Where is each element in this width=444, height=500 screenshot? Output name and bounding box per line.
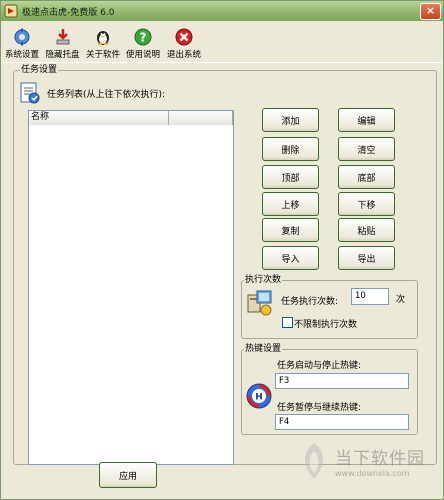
move-down-button[interactable]: 下移 [338, 192, 395, 216]
column-header-extra[interactable] [169, 111, 233, 125]
move-up-button[interactable]: 上移 [262, 192, 319, 216]
watermark-logo-icon [304, 443, 324, 479]
add-button[interactable]: 添加 [262, 108, 319, 132]
exec-count-input[interactable]: 10 [351, 288, 389, 305]
exit-icon [175, 28, 193, 46]
watermark-url: www.downxia.com [335, 469, 410, 478]
import-button[interactable]: 导入 [262, 246, 319, 270]
title-bar[interactable]: 极速点击虎-免费版 6.0 × [1, 1, 443, 21]
delete-button[interactable]: 删除 [262, 137, 319, 161]
apply-button[interactable]: 应用 [99, 462, 157, 488]
paste-button[interactable]: 粘贴 [338, 218, 395, 242]
clear-button[interactable]: 清空 [338, 137, 395, 161]
toolbar-label: 使用说明 [125, 50, 160, 60]
toolbar-label: 隐藏托盘 [45, 50, 80, 60]
start-stop-hotkey-input[interactable]: F3 [275, 373, 409, 389]
window-title: 极速点击虎-免费版 6.0 [22, 7, 115, 18]
export-button[interactable]: 导出 [338, 246, 395, 270]
pause-resume-hotkey-label: 任务暂停与继续热键: [277, 403, 362, 413]
watermark-text: 当下软件园 www.downxia.com [335, 444, 425, 478]
task-list-title: 任务列表(从上往下依次执行): [47, 90, 166, 100]
hotkey-legend: 热键设置 [244, 343, 283, 355]
app-window: 极速点击虎-免费版 6.0 × 系统设置 隐藏托盘 关于软件 ? 使用说明 退出… [0, 0, 444, 500]
app-icon [4, 4, 18, 18]
help-icon: ? [134, 28, 152, 46]
column-header-name[interactable]: 名称 [29, 111, 169, 125]
exec-count-label: 任务执行次数: [281, 297, 339, 307]
pause-resume-hotkey-input[interactable]: F4 [275, 414, 409, 430]
svg-text:?: ? [140, 31, 147, 45]
toolbar-label: 系统设置 [4, 50, 39, 60]
toolbar-help-button[interactable]: ? 使用说明 [124, 24, 162, 60]
task-list-header: 名称 [29, 111, 233, 125]
toolbar-exit-button[interactable]: 退出系统 [164, 24, 204, 60]
exec-count-legend: 执行次数 [244, 274, 283, 286]
exec-count-unit: 次 [396, 295, 406, 305]
penguin-icon [97, 31, 109, 45]
task-list[interactable]: 名称 [28, 110, 234, 465]
top-button[interactable]: 顶部 [262, 165, 319, 189]
hide-tray-icon [56, 29, 69, 45]
unlimited-exec-checkbox[interactable] [282, 317, 293, 328]
svg-text:H: H [255, 393, 263, 403]
toolbar-divider [1, 62, 443, 63]
toolbar-hide-tray-button[interactable]: 隐藏托盘 [43, 24, 82, 60]
start-stop-hotkey-label: 任务启动与停止热键: [277, 361, 362, 371]
toolbar: 系统设置 隐藏托盘 关于软件 ? 使用说明 退出系统 [3, 24, 206, 60]
task-list-icon [20, 82, 40, 104]
close-button[interactable]: × [420, 2, 441, 20]
hotkey-icon: H [246, 383, 272, 409]
bottom-button[interactable]: 底部 [338, 165, 395, 189]
task-settings-legend: 任务设置 [20, 64, 59, 76]
computer-icon [247, 290, 272, 316]
settings-icon [14, 28, 30, 46]
toolbar-label: 退出系统 [166, 50, 201, 60]
watermark-title: 当下软件园 [335, 449, 425, 469]
toolbar-system-settings-button[interactable]: 系统设置 [3, 24, 41, 60]
copy-button[interactable]: 复制 [262, 218, 319, 242]
edit-button[interactable]: 编辑 [338, 108, 395, 132]
watermark: 当下软件园 www.downxia.com [297, 441, 425, 481]
toolbar-about-button[interactable]: 关于软件 [84, 24, 122, 60]
unlimited-exec-label[interactable]: 不限制执行次数 [294, 317, 357, 330]
toolbar-label: 关于软件 [85, 50, 120, 60]
